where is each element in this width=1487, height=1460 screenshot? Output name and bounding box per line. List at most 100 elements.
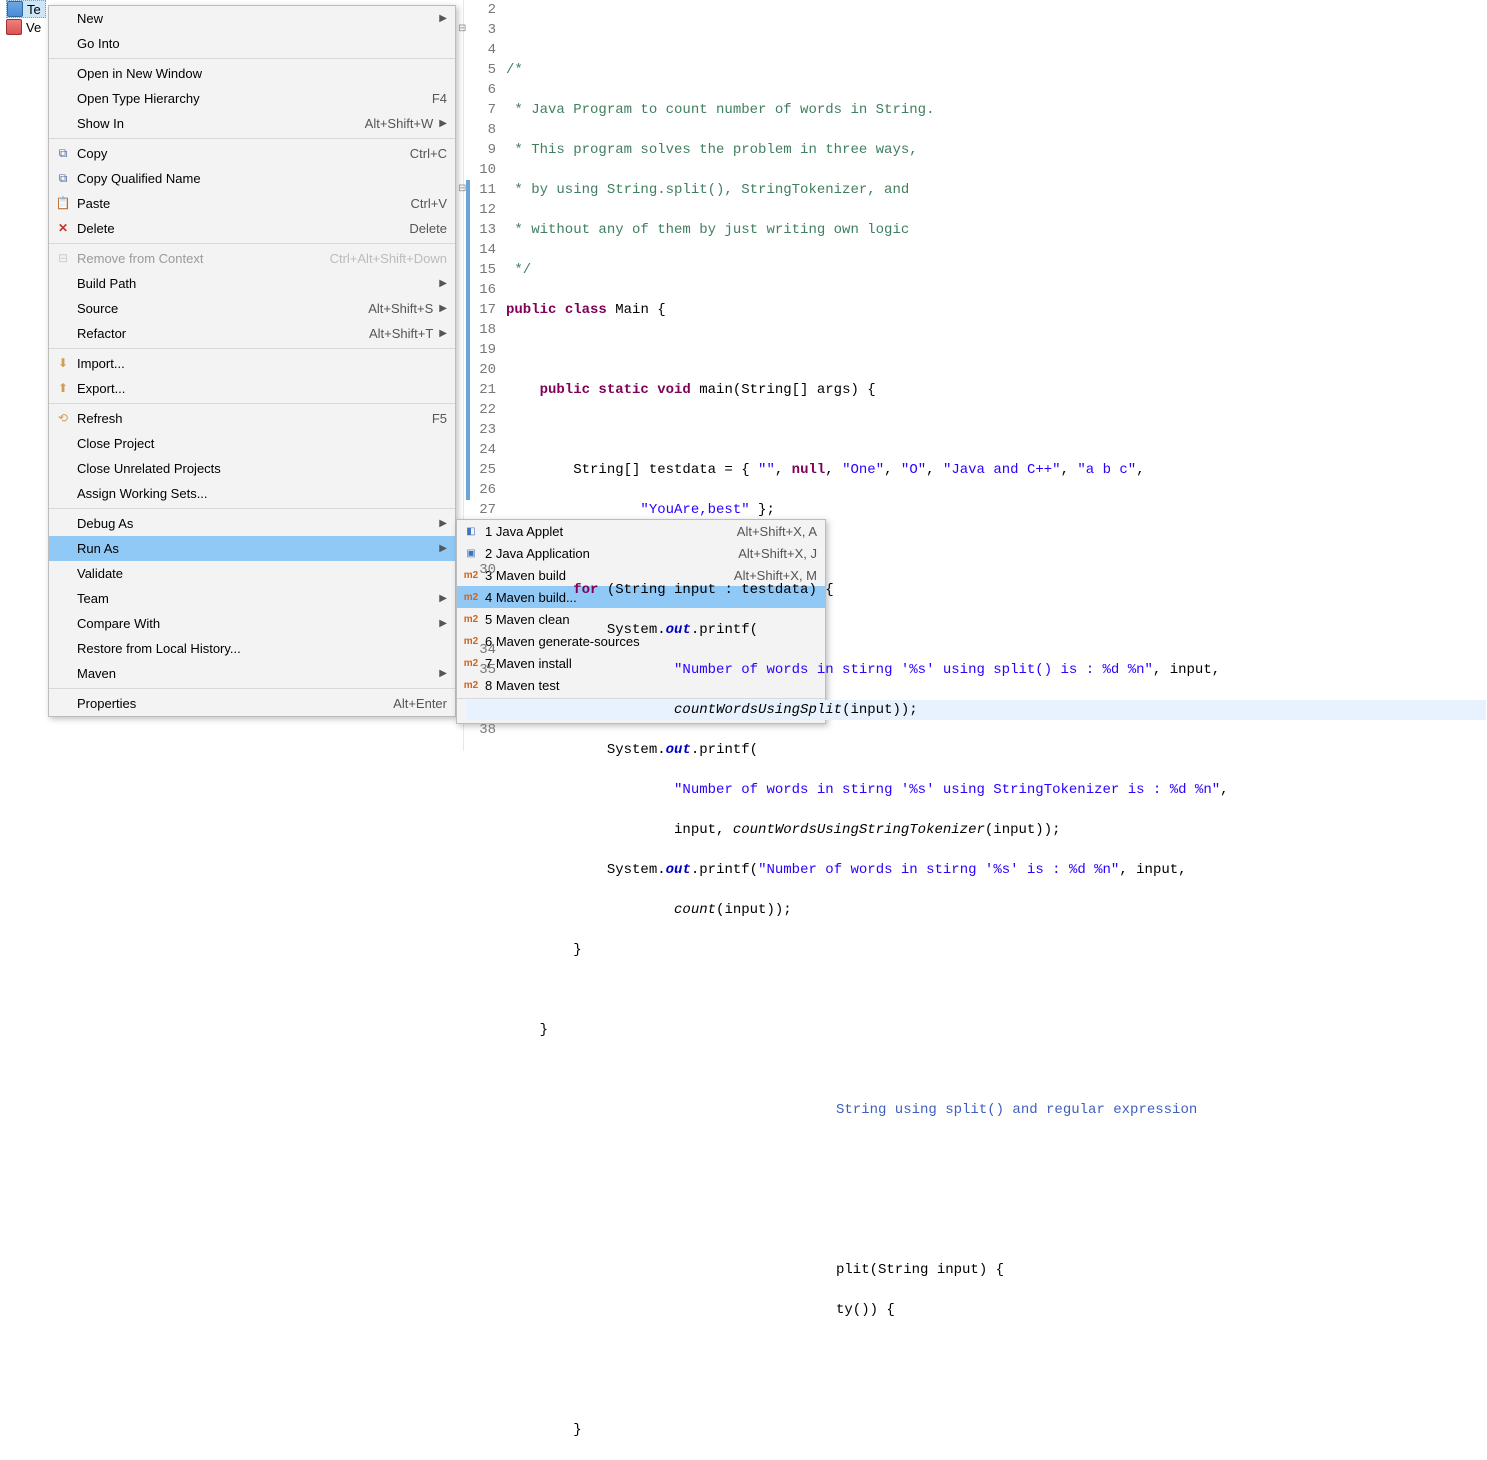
menu-restore-history[interactable]: Restore from Local History... [49,636,455,661]
code-line [506,1380,1487,1400]
menu-refactor[interactable]: RefactorAlt+Shift+T▶ [49,321,455,346]
line-number [466,600,496,620]
export-icon: ⬆ [55,380,71,396]
menu-import[interactable]: ⬇Import... [49,351,455,376]
menu-delete[interactable]: ✕DeleteDelete [49,216,455,241]
code-line: public class Main { [506,300,1487,320]
menu-separator [49,138,455,139]
menu-copy[interactable]: ⧉CopyCtrl+C [49,141,455,166]
menu-close-project[interactable]: Close Project [49,431,455,456]
line-number [466,680,496,700]
line-number: 9 [466,140,496,160]
line-number [466,520,496,540]
menu-assign-ws[interactable]: Assign Working Sets... [49,481,455,506]
code-line: for (String input : testdata) { [506,580,1487,600]
menu-new[interactable]: New▶ [49,6,455,31]
menu-source[interactable]: SourceAlt+Shift+S▶ [49,296,455,321]
code-line: } [506,1420,1487,1440]
code-line [506,1060,1487,1080]
code-line: System.out.printf( [506,740,1487,760]
line-number: 12 [466,200,496,220]
refresh-icon: ⟲ [55,410,71,426]
code-line: /* [506,60,1487,80]
menu-build-path[interactable]: Build Path▶ [49,271,455,296]
menu-team[interactable]: Team▶ [49,586,455,611]
code-line: ty()) { [506,1300,1487,1320]
code-line [506,420,1487,440]
code-line: System.out.printf( [506,620,1487,640]
code-line: * by using String.split(), StringTokeniz… [506,180,1487,200]
line-number: 22 [466,400,496,420]
menu-open-hierarchy[interactable]: Open Type HierarchyF4 [49,86,455,111]
code-line: System.out.printf("Number of words in st… [506,860,1487,880]
line-number: 17 [466,300,496,320]
menu-open-window[interactable]: Open in New Window [49,61,455,86]
line-number: 19 [466,340,496,360]
menu-maven[interactable]: Maven▶ [49,661,455,686]
delete-icon: ✕ [55,220,71,236]
line-number: 34 [466,640,496,660]
code-line [506,980,1487,1000]
line-number [466,580,496,600]
line-number: 15 [466,260,496,280]
menu-go-into[interactable]: Go Into [49,31,455,56]
code-line: input, countWordsUsingStringTokenizer(in… [506,820,1487,840]
submenu-arrow-icon: ▶ [439,118,447,129]
menu-remove-context: ⊟Remove from ContextCtrl+Alt+Shift+Down [49,246,455,271]
line-number: 18 [466,320,496,340]
line-number: 26 [466,480,496,500]
code-line: String[] testdata = { "", null, "One", "… [506,460,1487,480]
menu-refresh[interactable]: ⟲RefreshF5 [49,406,455,431]
submenu-arrow-icon: ▶ [439,618,447,629]
tree-label: Ve [26,20,41,35]
context-menu: New▶ Go Into Open in New Window Open Typ… [48,5,456,717]
line-number-gutter: 2 ⊟3 4 5 6 7 8 9 10 ⊟11 12 13 14 15 16 1… [466,0,502,740]
line-number: 16 [466,280,496,300]
code-line: } [506,1020,1487,1040]
menu-paste[interactable]: 📋PasteCtrl+V [49,191,455,216]
paste-icon: 📋 [55,195,71,211]
menu-separator [49,348,455,349]
submenu-arrow-icon: ▶ [439,303,447,314]
tree-item-selected[interactable]: Te [6,0,46,18]
menu-debug-as[interactable]: Debug As▶ [49,511,455,536]
menu-copy-qn[interactable]: ⧉Copy Qualified Name [49,166,455,191]
code-line [506,1220,1487,1240]
line-number [466,620,496,640]
code-line: String using split() and regular express… [506,1100,1487,1120]
code-line [506,1140,1487,1160]
menu-run-as[interactable]: Run As▶ [49,536,455,561]
line-number [466,540,496,560]
menu-properties[interactable]: PropertiesAlt+Enter [49,691,455,716]
menu-compare[interactable]: Compare With▶ [49,611,455,636]
line-number: 24 [466,440,496,460]
code-line-current: countWordsUsingSplit(input)); [466,700,1486,720]
menu-separator [49,58,455,59]
copy-icon: ⧉ [55,145,71,161]
code-line: plit(String input) { [506,1260,1487,1280]
menu-close-unrelated[interactable]: Close Unrelated Projects [49,456,455,481]
fold-icon[interactable]: ⊟ [458,20,466,40]
menu-export[interactable]: ⬆Export... [49,376,455,401]
line-number: 6 [466,80,496,100]
project-explorer[interactable]: Te Ve [6,0,46,36]
menu-show-in[interactable]: Show InAlt+Shift+W▶ [49,111,455,136]
line-number: 21 [466,380,496,400]
line-number: 23 [466,420,496,440]
code-line: } [506,940,1487,960]
code-line: "Number of words in stirng '%s' using St… [506,780,1487,800]
code-line: count(input)); [506,900,1487,920]
line-number: 5 [466,60,496,80]
menu-validate[interactable]: Validate [49,561,455,586]
tree-item[interactable]: Ve [6,18,46,36]
line-number: 14 [466,240,496,260]
menu-separator [49,243,455,244]
code-line [506,20,1487,40]
code-line [506,1340,1487,1360]
code-line: "YouAre,best" }; [506,500,1487,520]
line-number: 4 [466,40,496,60]
submenu-arrow-icon: ▶ [439,518,447,529]
code-line: * This program solves the problem in thr… [506,140,1487,160]
code-editor[interactable]: /* * Java Program to count number of wor… [506,0,1487,1460]
line-number: 20 [466,360,496,380]
